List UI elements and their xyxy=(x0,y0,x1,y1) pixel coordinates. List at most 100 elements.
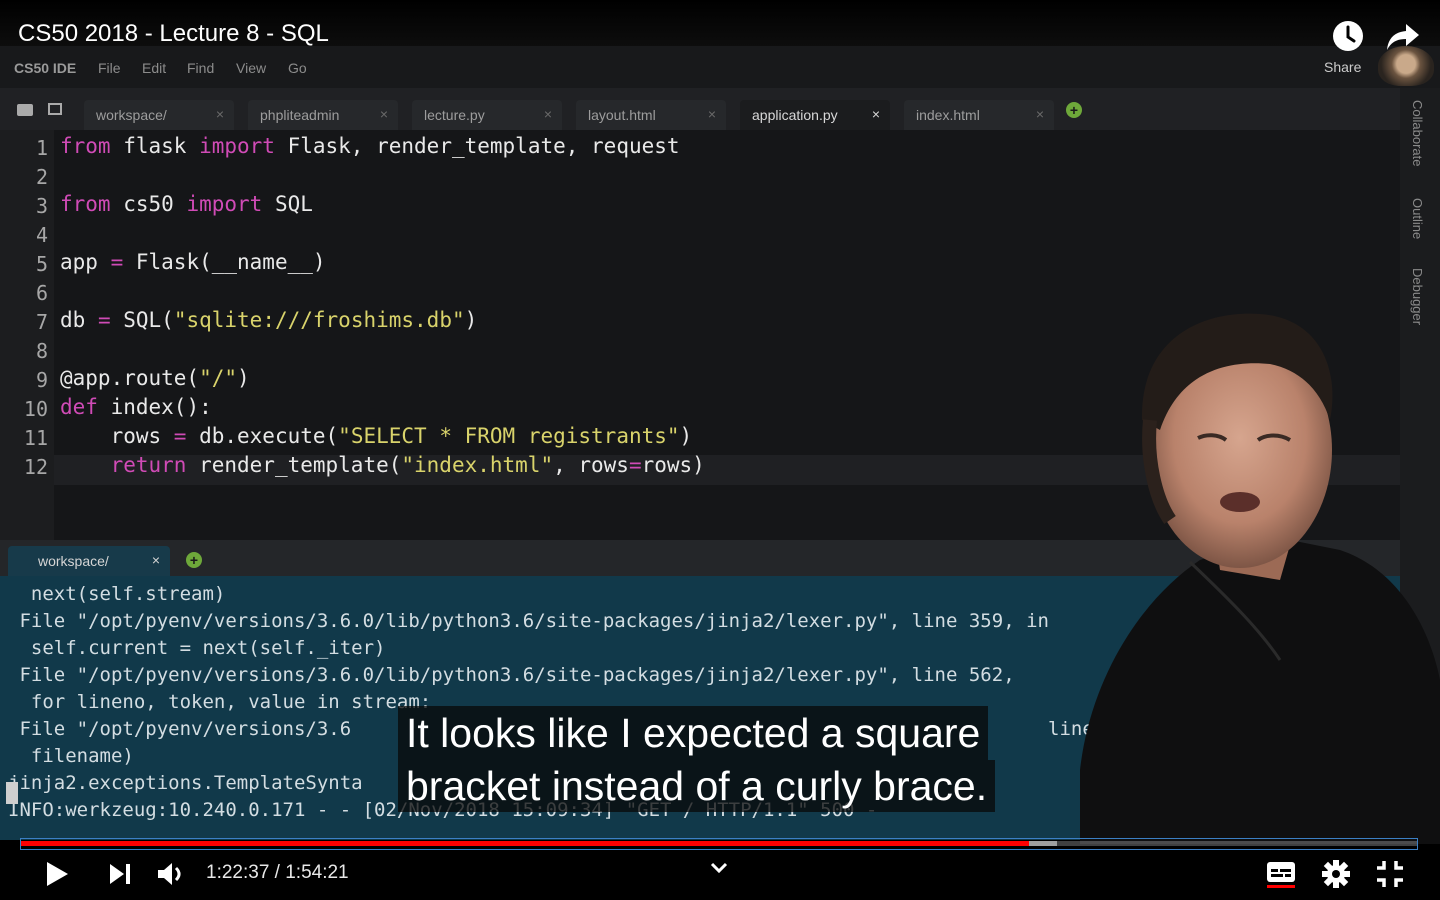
side-tab-collaborate[interactable]: Collaborate xyxy=(1410,100,1425,167)
code-text: SQL( xyxy=(110,308,174,332)
terminal-cursor xyxy=(6,782,18,804)
panel-toggle-icon[interactable] xyxy=(48,103,62,115)
terminal-line: File "/opt/pyenv/versions/3.6.0/lib/pyth… xyxy=(8,610,1049,632)
terminal-tab-workspace[interactable]: workspace/ × xyxy=(8,546,170,576)
close-icon[interactable]: × xyxy=(708,106,716,122)
tab-label: lecture.py xyxy=(424,107,485,123)
code-text: app xyxy=(60,250,111,274)
share-label[interactable]: Share xyxy=(1324,59,1361,75)
string-literal: "sqlite:///froshims.db" xyxy=(173,308,465,332)
menu-file[interactable]: File xyxy=(98,60,121,76)
code-line-3: from cs50 import SQL xyxy=(60,192,313,216)
caption-line-1: It looks like I expected a square xyxy=(398,706,989,760)
code-text: flask xyxy=(110,134,200,158)
tab-label: layout.html xyxy=(588,107,656,123)
progress-bar[interactable] xyxy=(20,838,1418,850)
keyword: from xyxy=(60,192,111,216)
line-number-gutter: 1 2 3 4 5 6 7 8 9 10 11 12 xyxy=(0,130,54,540)
line-number: 4 xyxy=(35,223,48,247)
player-controls: 1:22:37 / 1:54:21 xyxy=(0,850,1440,900)
next-icon[interactable] xyxy=(108,862,132,886)
code-text: rows) xyxy=(641,453,705,477)
keyword: def xyxy=(60,395,98,419)
code-text: ) xyxy=(464,308,478,332)
code-line-12: return render_template("index.html", row… xyxy=(60,453,705,477)
close-icon[interactable]: × xyxy=(872,106,880,122)
clock-icon[interactable] xyxy=(1332,20,1364,52)
code-line-9: @app.route("/") xyxy=(60,366,250,390)
close-icon[interactable]: × xyxy=(544,106,552,122)
folder-icon[interactable] xyxy=(17,104,33,116)
code-text: cs50 xyxy=(110,192,187,216)
subtitles-icon[interactable] xyxy=(1266,860,1296,888)
new-tab-plus-icon[interactable]: + xyxy=(1066,102,1082,118)
channel-avatar[interactable] xyxy=(1378,46,1434,86)
operator: = xyxy=(628,453,642,477)
line-number: 1 xyxy=(35,136,48,160)
code-text: rows xyxy=(60,424,174,448)
tab-lecture-py[interactable]: lecture.py × xyxy=(412,100,562,130)
line-number: 10 xyxy=(23,397,48,421)
code-text: db xyxy=(60,308,98,332)
tab-phpliteadmin[interactable]: phpliteadmin × xyxy=(248,100,398,130)
time-display: 1:22:37 / 1:54:21 xyxy=(206,862,349,883)
progress-focus-outline xyxy=(20,838,1418,850)
operator: = xyxy=(110,250,124,274)
tab-workspace[interactable]: workspace/ × xyxy=(84,100,234,130)
code-text: db.execute( xyxy=(186,424,339,448)
side-tab-outline[interactable]: Outline xyxy=(1410,198,1425,239)
line-number: 8 xyxy=(35,339,48,363)
ide-brand[interactable]: CS50 IDE xyxy=(14,60,76,76)
code-text: ) xyxy=(237,366,250,390)
code-line-5: app = Flask(__name__) xyxy=(60,250,326,274)
operator: = xyxy=(97,308,111,332)
line-number: 12 xyxy=(23,455,48,479)
close-icon[interactable]: × xyxy=(152,552,160,568)
tab-label: index.html xyxy=(916,107,980,123)
terminal-line: self.current = next(self._iter) xyxy=(8,637,386,659)
code-text: SQL xyxy=(262,192,313,216)
terminal-line: File "/opt/pyenv/versions/3.6.0/lib/pyth… xyxy=(8,664,1015,686)
line-number: 2 xyxy=(35,165,48,189)
string-literal: "SELECT * FROM registrants" xyxy=(338,424,680,448)
code-text: Flask, render_template, request xyxy=(274,134,680,158)
code-text: @app.route( xyxy=(60,366,200,390)
line-number: 6 xyxy=(35,281,48,305)
exit-fullscreen-icon[interactable] xyxy=(1376,860,1404,888)
tab-label: workspace/ xyxy=(96,107,167,123)
tab-label: application.py xyxy=(752,107,838,123)
line-number: 3 xyxy=(35,194,48,218)
line-number: 5 xyxy=(35,252,48,276)
terminal-line: File "/opt/pyenv/versions/3.6 xyxy=(8,718,352,740)
menu-edit[interactable]: Edit xyxy=(142,60,166,76)
tab-application-py[interactable]: application.py × xyxy=(740,100,890,130)
code-text: ) xyxy=(679,424,693,448)
keyword: import xyxy=(186,192,263,216)
tab-layout-html[interactable]: layout.html × xyxy=(576,100,726,130)
code-line-1: from flask import Flask, render_template… xyxy=(60,134,680,158)
string-literal: "/" xyxy=(199,366,238,390)
code-line-10: def index(): xyxy=(60,395,212,419)
video-title[interactable]: CS50 2018 - Lecture 8 - SQL xyxy=(18,20,329,48)
new-terminal-plus-icon[interactable]: + xyxy=(186,552,202,568)
chevron-down-icon[interactable] xyxy=(710,862,728,874)
terminal-line: jinja2.exceptions.TemplateSynta xyxy=(8,772,363,794)
menu-view[interactable]: View xyxy=(236,60,266,76)
close-icon[interactable]: × xyxy=(380,106,388,122)
play-icon[interactable] xyxy=(44,860,70,888)
tab-label: phpliteadmin xyxy=(260,107,340,123)
code-text: Flask(__name__) xyxy=(123,250,326,274)
code-text: index(): xyxy=(97,395,212,419)
caption-line-2: bracket instead of a curly brace. xyxy=(398,760,996,812)
close-icon[interactable]: × xyxy=(216,106,224,122)
settings-icon[interactable] xyxy=(1322,860,1350,888)
line-number: 9 xyxy=(35,368,48,392)
line-number: 11 xyxy=(23,426,48,450)
menu-go[interactable]: Go xyxy=(288,60,307,76)
menu-find[interactable]: Find xyxy=(187,60,214,76)
editor-tabstrip: workspace/ × phpliteadmin × lecture.py ×… xyxy=(0,88,1400,130)
tab-index-html[interactable]: index.html × xyxy=(904,100,1054,130)
code-text: , rows xyxy=(553,453,629,477)
close-icon[interactable]: × xyxy=(1036,106,1044,122)
volume-icon[interactable] xyxy=(156,860,184,888)
